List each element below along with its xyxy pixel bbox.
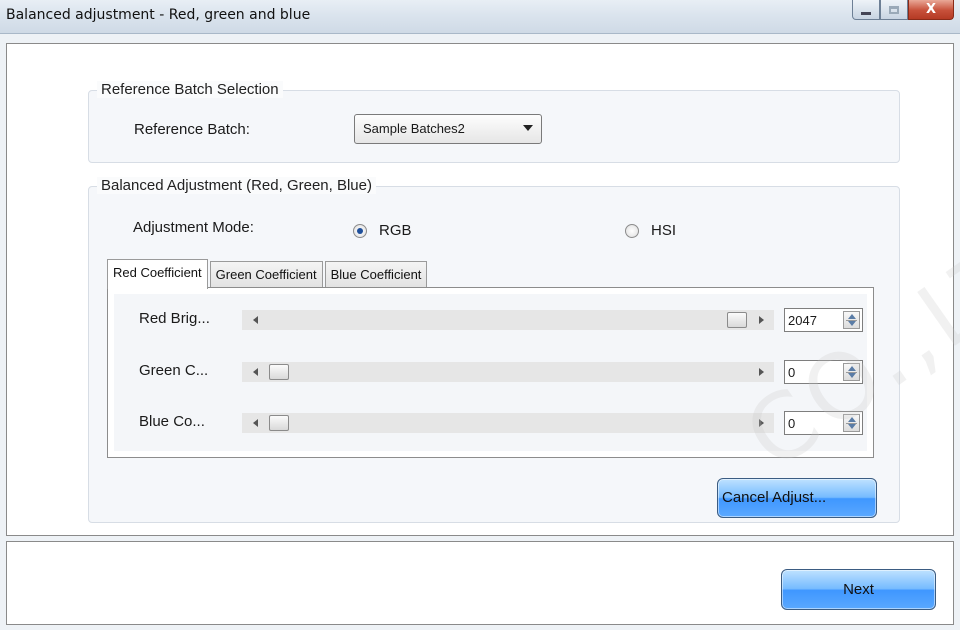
scroll-left-icon[interactable] bbox=[253, 419, 258, 427]
dialog-window: Balanced adjustment - Red, green and blu… bbox=[0, 0, 960, 630]
mode-hsi-label[interactable]: HSI bbox=[651, 222, 676, 239]
tab-panel-inner: Red Brig... 2047 Green C... 0 Blue Co...… bbox=[114, 294, 867, 451]
adjustment-mode-label: Adjustment Mode: bbox=[133, 219, 254, 236]
spin-buttons[interactable] bbox=[843, 414, 860, 432]
blue-coefficient-row: Blue Co... 0 bbox=[114, 411, 867, 435]
red-brightness-row: Red Brig... 2047 bbox=[114, 308, 867, 332]
window-controls: X bbox=[852, 0, 954, 22]
reference-batch-label: Reference Batch: bbox=[134, 121, 250, 138]
spin-up-icon[interactable] bbox=[848, 314, 856, 319]
main-panel: Reference Batch Selection Reference Batc… bbox=[6, 43, 960, 536]
chevron-down-icon bbox=[523, 125, 533, 131]
spin-value[interactable]: 0 bbox=[788, 365, 795, 380]
scroll-right-icon[interactable] bbox=[759, 419, 764, 427]
spin-up-icon[interactable] bbox=[848, 417, 856, 422]
footer-panel: Next bbox=[6, 541, 954, 625]
reference-group-title: Reference Batch Selection bbox=[97, 81, 283, 98]
slider-label: Blue Co... bbox=[139, 413, 205, 430]
tab-red-coefficient[interactable]: Red Coefficient bbox=[107, 259, 208, 289]
spin-down-icon[interactable] bbox=[848, 373, 856, 378]
maximize-button[interactable] bbox=[880, 0, 908, 20]
tab-blue-coefficient[interactable]: Blue Coefficient bbox=[324, 261, 428, 289]
scroll-left-icon[interactable] bbox=[253, 368, 258, 376]
slider-thumb[interactable] bbox=[269, 415, 289, 431]
green-coefficient-spinbox[interactable]: 0 bbox=[784, 360, 863, 384]
spin-buttons[interactable] bbox=[843, 311, 860, 329]
reference-batch-select[interactable]: Sample Batches2 bbox=[354, 114, 542, 144]
window-title: Balanced adjustment - Red, green and blu… bbox=[6, 7, 311, 23]
title-bar[interactable]: Balanced adjustment - Red, green and blu… bbox=[0, 0, 960, 34]
tab-panel: Red Brig... 2047 Green C... 0 Blue Co...… bbox=[107, 287, 874, 458]
red-brightness-slider[interactable] bbox=[242, 310, 774, 330]
mode-rgb-radio[interactable] bbox=[353, 224, 367, 238]
slider-label: Red Brig... bbox=[139, 310, 210, 327]
balanced-adjustment-group: Balanced Adjustment (Red, Green, Blue) A… bbox=[88, 177, 900, 523]
red-brightness-spinbox[interactable]: 2047 bbox=[784, 308, 863, 332]
coefficient-tabs: Red Coefficient Green Coefficient Blue C… bbox=[107, 259, 429, 289]
reference-batch-value: Sample Batches2 bbox=[363, 121, 465, 136]
scroll-left-icon[interactable] bbox=[253, 316, 258, 324]
blue-coefficient-slider[interactable] bbox=[242, 413, 774, 433]
spin-down-icon[interactable] bbox=[848, 424, 856, 429]
minimize-button[interactable] bbox=[852, 0, 880, 20]
reference-batch-group: Reference Batch Selection Reference Batc… bbox=[88, 81, 900, 163]
next-button[interactable]: Next bbox=[781, 569, 936, 610]
scroll-right-icon[interactable] bbox=[759, 368, 764, 376]
mode-hsi-radio[interactable] bbox=[625, 224, 639, 238]
spin-value[interactable]: 0 bbox=[788, 416, 795, 431]
scroll-right-icon[interactable] bbox=[759, 316, 764, 324]
spin-up-icon[interactable] bbox=[848, 366, 856, 371]
balance-group-title: Balanced Adjustment (Red, Green, Blue) bbox=[97, 177, 376, 194]
slider-thumb[interactable] bbox=[727, 312, 747, 328]
blue-coefficient-spinbox[interactable]: 0 bbox=[784, 411, 863, 435]
close-button[interactable]: X bbox=[908, 0, 954, 20]
slider-label: Green C... bbox=[139, 362, 209, 379]
cancel-adjust-button[interactable]: Cancel Adjust... bbox=[717, 478, 877, 518]
minimize-icon bbox=[861, 11, 871, 15]
slider-thumb[interactable] bbox=[269, 364, 289, 380]
spin-value[interactable]: 2047 bbox=[788, 313, 817, 328]
maximize-icon bbox=[889, 5, 899, 14]
green-coefficient-slider[interactable] bbox=[242, 362, 774, 382]
spin-buttons[interactable] bbox=[843, 363, 860, 381]
green-coefficient-row: Green C... 0 bbox=[114, 360, 867, 384]
close-icon: X bbox=[925, 2, 937, 17]
mode-rgb-label[interactable]: RGB bbox=[379, 222, 412, 239]
spin-down-icon[interactable] bbox=[848, 321, 856, 326]
tab-green-coefficient[interactable]: Green Coefficient bbox=[209, 261, 323, 289]
